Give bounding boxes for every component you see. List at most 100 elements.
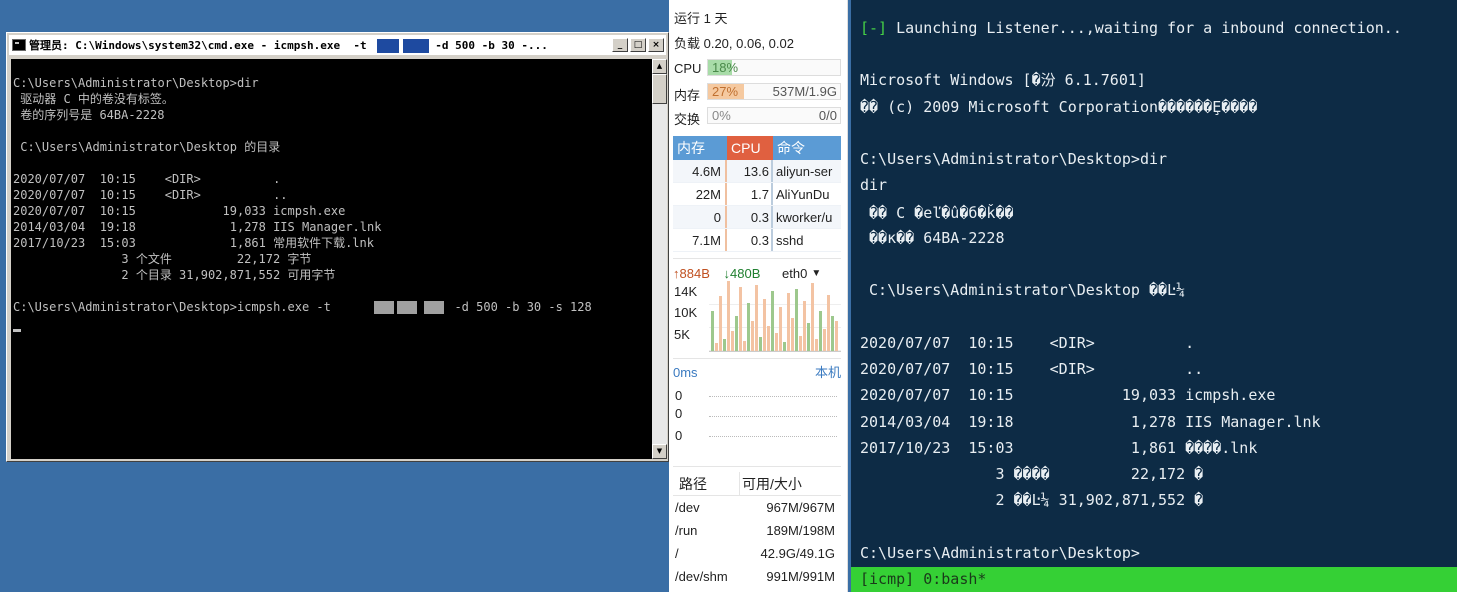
redacted-block bbox=[374, 301, 395, 314]
swap-detail: 0/0 bbox=[818, 108, 837, 123]
net-graph-bar bbox=[751, 321, 754, 351]
net-graph-bar bbox=[719, 296, 722, 351]
mem-percent: 27% bbox=[712, 84, 739, 99]
network-graph bbox=[709, 281, 841, 352]
disk-row[interactable]: /dev 967M/967M bbox=[673, 496, 841, 519]
console-line: 2020/07/07 10:15 19,033 icmpsh.exe bbox=[13, 204, 346, 218]
cmd-title: 管理员: C:\Windows\system32\cmd.exe - icmps… bbox=[29, 39, 548, 53]
network-section: ↑ 884B ↓ 480B eth0 ▼ bbox=[673, 262, 841, 284]
minimize-button[interactable]: _ bbox=[612, 38, 628, 52]
terminal-prompt[interactable]: C:\Users\Administrator\Desktop> bbox=[860, 543, 1140, 563]
terminal-line: ��к�� 64BA-2228 bbox=[860, 229, 1005, 247]
chevron-down-icon[interactable]: ▼ bbox=[811, 268, 821, 279]
net-graph-bar bbox=[831, 316, 834, 351]
process-row[interactable]: 7.1M 0.3 sshd bbox=[673, 229, 841, 252]
uptime: 运行 1 天 bbox=[674, 11, 728, 26]
col-header-cpu[interactable]: CPU bbox=[727, 136, 773, 160]
process-mem: 4.6M bbox=[692, 164, 721, 179]
cmd-scrollbar[interactable]: ▲ ▼ bbox=[652, 59, 667, 459]
scroll-up-icon[interactable]: ▲ bbox=[652, 59, 667, 74]
net-graph-bar bbox=[835, 321, 838, 351]
net-graph-bar bbox=[723, 339, 726, 351]
net-tick-label: 5K bbox=[674, 327, 690, 342]
scroll-down-icon[interactable]: ▼ bbox=[652, 444, 667, 459]
process-cmd: sshd bbox=[771, 229, 841, 251]
net-graph-bar bbox=[803, 301, 806, 351]
process-row[interactable]: 0 0.3 kworker/u bbox=[673, 206, 841, 229]
disk-row[interactable]: / 42.9G/49.1G bbox=[673, 542, 841, 565]
net-graph-bar bbox=[763, 299, 766, 351]
disk-avail: 42.9G/49.1G bbox=[760, 546, 835, 561]
latency-tick: 0 bbox=[675, 428, 683, 443]
terminal-line: [-] Launching Listener...,waiting for a … bbox=[860, 19, 1402, 37]
terminal-line: �� C �еľ�û�б�ǩ�� bbox=[860, 204, 1014, 222]
swap-label: 交换 bbox=[674, 112, 701, 127]
process-mem: 7.1M bbox=[692, 233, 721, 248]
net-graph-bar bbox=[711, 311, 714, 351]
col-header-cmd[interactable]: 命令 bbox=[773, 136, 841, 160]
console-line: 2020/07/07 10:15 <DIR> . bbox=[13, 172, 281, 186]
latency-tick: 0 bbox=[675, 388, 683, 403]
net-graph-bar bbox=[827, 295, 830, 351]
cpu-percent: 18% bbox=[712, 60, 739, 75]
cmd-window[interactable]: 管理员: C:\Windows\system32\cmd.exe - icmps… bbox=[6, 32, 669, 462]
process-cmd: AliYunDu bbox=[771, 183, 841, 205]
close-button[interactable]: × bbox=[648, 38, 664, 52]
col-header-avail[interactable]: 可用/大小 bbox=[739, 472, 839, 495]
disk-path: /dev/shm bbox=[675, 569, 728, 584]
cmd-icon[interactable] bbox=[12, 39, 26, 51]
console-line: 2020/07/07 10:15 <DIR> .. bbox=[13, 188, 288, 202]
process-cmd: aliyun-ser bbox=[771, 160, 841, 182]
net-graph-bar bbox=[787, 293, 790, 351]
net-graph-bar bbox=[823, 329, 826, 351]
process-cpu: 13.6 bbox=[725, 160, 771, 182]
net-interface[interactable]: eth0 bbox=[782, 266, 807, 281]
process-row[interactable]: 22M 1.7 AliYunDu bbox=[673, 183, 841, 206]
net-graph-bar bbox=[811, 283, 814, 351]
net-upload: 884B bbox=[679, 265, 710, 281]
net-graph-bar bbox=[767, 326, 770, 351]
console-line: 卷的序列号是 64BA-2228 bbox=[13, 108, 165, 122]
disk-avail: 991M/991M bbox=[766, 569, 835, 584]
col-header-path[interactable]: 路径 bbox=[673, 472, 739, 495]
console-line: 驱动器 C 中的卷没有标签。 bbox=[13, 92, 174, 106]
terminal-line: 2017/10/23 15:03 1,861 ����.lnk bbox=[860, 439, 1258, 457]
console-line: C:\Users\Administrator\Desktop>dir bbox=[13, 76, 259, 90]
disk-table: 路径 可用/大小 /dev 967M/967M/run 189M/198M / 42.9… bbox=[673, 472, 841, 588]
maximize-button[interactable]: □ bbox=[630, 38, 646, 52]
scroll-thumb[interactable] bbox=[652, 74, 667, 104]
terminal-pane[interactable]: [-] Launching Listener...,waiting for a … bbox=[851, 0, 1457, 592]
redacted-block bbox=[377, 39, 400, 53]
terminal-line: 2020/07/07 10:15 19,033 icmpsh.exe bbox=[860, 386, 1276, 404]
net-graph-bar bbox=[747, 303, 750, 351]
cmd-console[interactable]: C:\Users\Administrator\Desktop>dir 驱动器 C… bbox=[11, 59, 652, 459]
mem-detail: 537M/1.9G bbox=[772, 84, 837, 99]
net-graph-bar bbox=[799, 336, 802, 351]
col-header-mem[interactable]: 内存 bbox=[673, 136, 727, 160]
net-graph-bar bbox=[791, 318, 794, 351]
mem-meter: 27% 537M/1.9G bbox=[707, 83, 841, 100]
process-cpu: 1.7 bbox=[725, 183, 771, 205]
disk-row[interactable]: /run 189M/198M bbox=[673, 519, 841, 542]
tmux-status-bar[interactable]: [icmp] 0:bash* bbox=[851, 567, 1457, 592]
swap-meter: 0% 0/0 bbox=[707, 107, 841, 124]
cmd-titlebar[interactable]: 管理员: C:\Windows\system32\cmd.exe - icmps… bbox=[9, 35, 666, 55]
terminal-line: dir bbox=[860, 176, 888, 194]
net-graph-bar bbox=[819, 311, 822, 351]
process-cmd: kworker/u bbox=[771, 206, 841, 228]
process-cpu: 0.3 bbox=[725, 206, 771, 228]
cpu-label: CPU bbox=[674, 61, 702, 76]
process-row[interactable]: 4.6M 13.6 aliyun-ser bbox=[673, 160, 841, 183]
mem-label: 内存 bbox=[674, 88, 701, 103]
load-average: 负载 0.20, 0.06, 0.02 bbox=[674, 36, 794, 51]
console-line: C:\Users\Administrator\Desktop>icmpsh.ex… bbox=[13, 300, 592, 314]
net-download: 480B bbox=[730, 265, 761, 281]
disk-path: / bbox=[675, 546, 679, 561]
latency-target[interactable]: 本机 bbox=[815, 362, 841, 384]
process-cpu: 0.3 bbox=[725, 229, 771, 251]
net-tick-label: 10K bbox=[674, 305, 698, 320]
server-monitor-panel: 运行 1 天 负载 0.20, 0.06, 0.02 CPU 18% 内存 27… bbox=[669, 0, 848, 592]
process-table: 内存 CPU 命令 4.6M 13.6 aliyun-ser 22M 1.7 AliYun… bbox=[673, 136, 841, 252]
terminal-line: 2020/07/07 10:15 <DIR> .. bbox=[860, 360, 1204, 378]
disk-row[interactable]: /dev/shm 991M/991M bbox=[673, 565, 841, 588]
